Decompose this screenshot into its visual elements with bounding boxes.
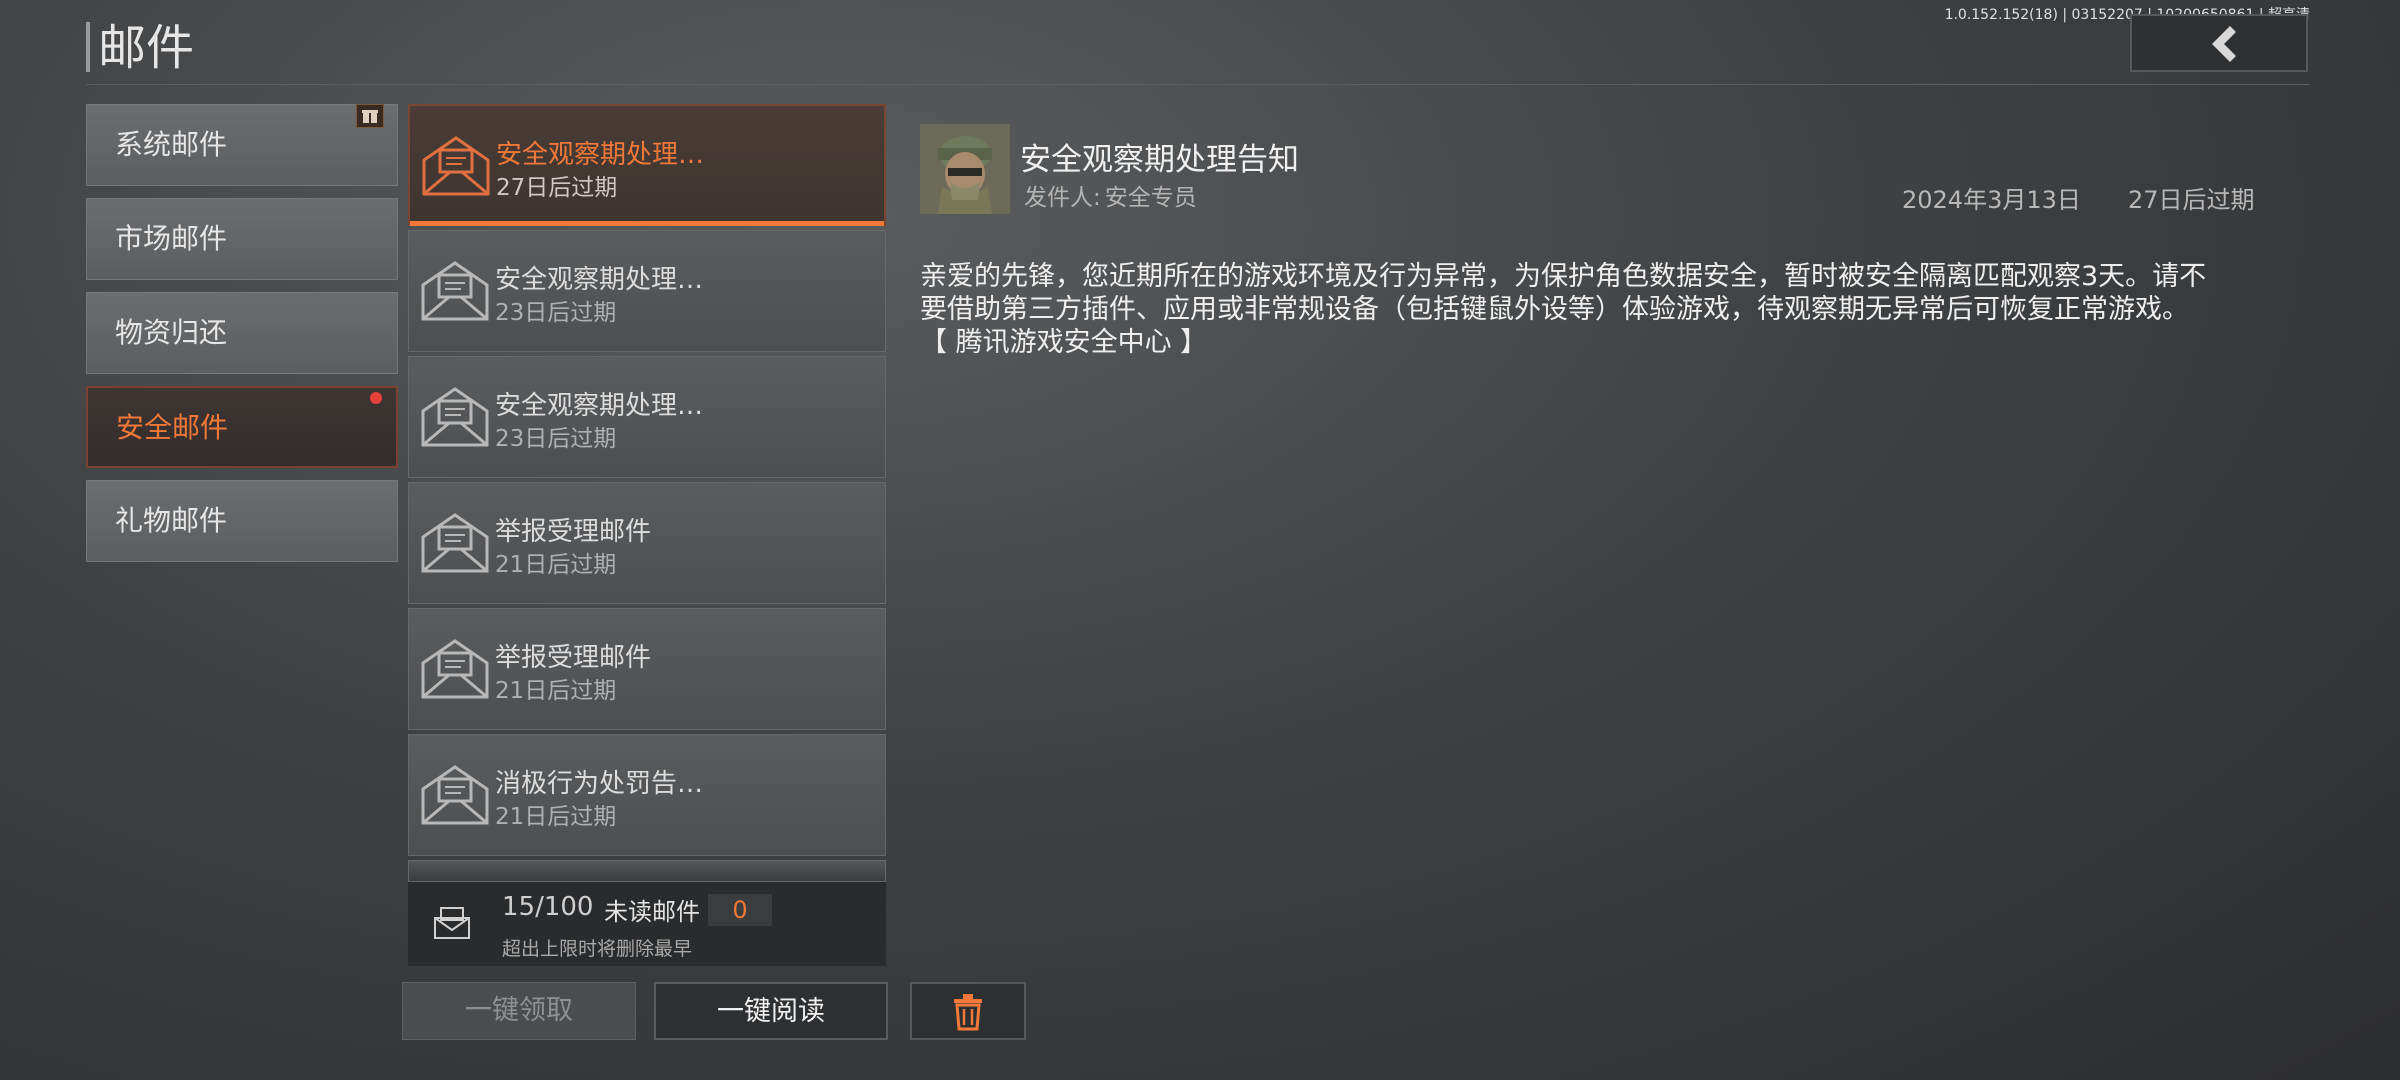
mail-body-line: 要借助第三方插件、应用或非常规设备（包括键鼠外设等）体验游戏，待观察期无异常后可…: [920, 294, 2189, 325]
delete-button[interactable]: [910, 982, 1026, 1040]
mail-expiry: 23日后过期: [495, 300, 617, 326]
mail-item[interactable]: 举报受理邮件 21日后过期: [408, 608, 886, 730]
mail-item-partial: [408, 860, 886, 882]
mail-count: 15/100: [502, 892, 594, 922]
read-all-button[interactable]: 一键阅读: [654, 982, 888, 1040]
mail-expiry: 23日后过期: [495, 426, 617, 452]
mail-title: 消极行为处罚告…: [495, 769, 704, 799]
mail-body: 亲爱的先锋，您近期所在的游戏环境及行为异常，为保护角色数据安全，暂时被安全隔离匹…: [920, 260, 2260, 359]
category-label: 礼物邮件: [115, 504, 228, 537]
mail-item[interactable]: 安全观察期处理… 23日后过期: [408, 230, 886, 352]
category-label: 系统邮件: [115, 128, 228, 161]
sender-avatar: [920, 124, 1010, 214]
mail-item[interactable]: 消极行为处罚告… 21日后过期: [408, 734, 886, 856]
sender-label: 发件人:: [1024, 185, 1101, 211]
mail-title: 举报受理邮件: [495, 517, 652, 547]
category-label: 物资归还: [115, 316, 228, 349]
chevron-left-icon: [2212, 26, 2236, 62]
category-gift-mail[interactable]: 礼物邮件: [86, 480, 398, 562]
category-system-mail[interactable]: 系统邮件: [86, 104, 398, 186]
mail-body-line: 亲爱的先锋，您近期所在的游戏环境及行为异常，为保护角色数据安全，暂时被安全隔离匹…: [920, 261, 2207, 292]
back-button[interactable]: [2130, 14, 2308, 72]
mail-expiry: 21日后过期: [495, 804, 617, 830]
mail-count-panel: 15/100 未读邮件 0 超出上限时将删除最早: [408, 882, 886, 966]
mail-expiry: 21日后过期: [495, 552, 617, 578]
selected-indicator: [410, 221, 884, 226]
category-supply-return[interactable]: 物资归还: [86, 292, 398, 374]
page-title: 邮件: [98, 20, 195, 76]
header-divider: [86, 84, 2310, 85]
category-label: 市场邮件: [115, 222, 228, 255]
category-label: 安全邮件: [116, 411, 229, 444]
limit-note: 超出上限时将删除最早: [502, 938, 693, 960]
trash-icon: [954, 994, 982, 1031]
mail-envelope-icon: [421, 513, 489, 573]
mail-envelope-icon: [421, 765, 489, 825]
mail-detail-expiry: 27日后过期: [2128, 186, 2255, 214]
sender-name: 安全专员: [1104, 185, 1197, 211]
unread-dot: [370, 392, 382, 404]
mail-date: 2024年3月13日: [1902, 186, 2081, 214]
unread-label: 未读邮件: [604, 898, 700, 926]
mail-title: 举报受理邮件: [495, 643, 652, 673]
category-security-mail[interactable]: 安全邮件: [86, 386, 398, 468]
mail-item[interactable]: 安全观察期处理… 23日后过期: [408, 356, 886, 478]
gift-icon: [356, 104, 384, 128]
mail-expiry: 27日后过期: [496, 175, 618, 201]
title-accent-bar: [86, 22, 90, 72]
mail-item[interactable]: 安全观察期处理… 27日后过期: [408, 104, 886, 226]
sender-line: 发件人: 安全专员: [1020, 178, 1197, 212]
mail-envelope-icon: [421, 387, 489, 447]
claim-all-button[interactable]: 一键领取: [402, 982, 636, 1040]
mail-envelope-icon: [422, 136, 490, 196]
mail-title: 安全观察期处理…: [495, 391, 704, 421]
mail-title: 安全观察期处理…: [495, 265, 704, 295]
mailbox-stack-icon: [434, 907, 470, 939]
mail-envelope-icon: [421, 261, 489, 321]
mail-expiry: 21日后过期: [495, 678, 617, 704]
mail-item[interactable]: 举报受理邮件 21日后过期: [408, 482, 886, 604]
mail-body-line: 【 腾讯游戏安全中心 】: [920, 327, 1208, 358]
category-market-mail[interactable]: 市场邮件: [86, 198, 398, 280]
unread-count: 0: [708, 894, 772, 926]
mail-title: 安全观察期处理…: [496, 140, 705, 170]
mail-envelope-icon: [421, 639, 489, 699]
mail-detail-title: 安全观察期处理告知: [1020, 142, 1299, 178]
